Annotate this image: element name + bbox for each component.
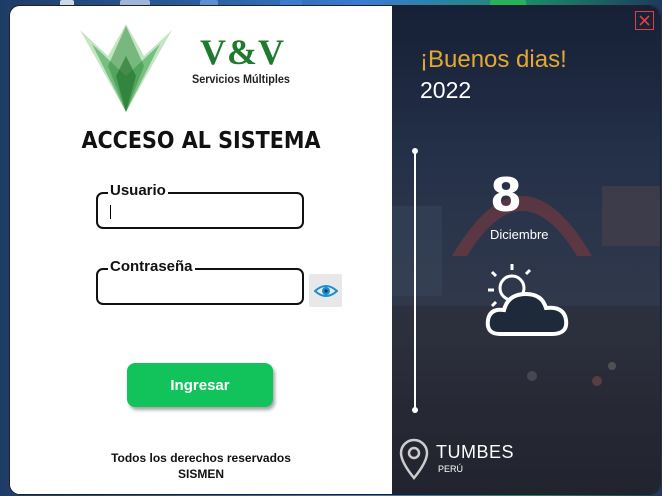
copyright-text: Todos los derechos reservados — [111, 451, 291, 465]
password-label: Contraseña — [108, 258, 195, 275]
day-number: 8 — [489, 168, 522, 222]
greeting-text: ¡Buenos dias! — [420, 46, 567, 73]
info-panel: ¡Buenos dias! 2022 8 Diciembre TUMBES PE… — [392, 6, 660, 494]
month-name: Diciembre — [490, 227, 549, 242]
brand-logo-icon — [80, 24, 172, 112]
city-name: TUMBES — [436, 442, 515, 462]
system-name: SISMEN — [177, 467, 224, 481]
username-label: Usuario — [108, 182, 168, 199]
timeline-divider — [414, 150, 416, 412]
login-panel: V&V Servicios Múltiples ACCESO AL SISTEM… — [10, 6, 392, 494]
timeline-dot — [412, 148, 418, 154]
login-window: V&V Servicios Múltiples ACCESO AL SISTEM… — [10, 6, 660, 494]
country-name: PERÚ — [438, 464, 464, 474]
brand-subtitle: Servicios Múltiples — [192, 72, 290, 86]
copyright-footer: Todos los derechos reservados SISMEN — [10, 450, 392, 482]
page-title: ACCESO AL SISTEMA — [81, 128, 321, 154]
login-button[interactable]: Ingresar — [127, 363, 273, 407]
year-text: 2022 — [420, 77, 472, 103]
text-caret — [110, 205, 111, 219]
location-pin-icon — [399, 438, 429, 480]
show-password-button[interactable] — [309, 274, 342, 307]
brand-name: V&V — [200, 32, 285, 72]
close-button[interactable] — [635, 11, 654, 30]
partly-sunny-icon — [485, 264, 569, 336]
close-icon — [639, 15, 650, 26]
password-input[interactable] — [106, 277, 294, 297]
password-field-group: Contraseña — [96, 258, 304, 305]
eye-icon — [313, 284, 338, 297]
username-field-group: Usuario — [96, 182, 304, 229]
username-input[interactable] — [106, 201, 294, 221]
timeline-dot — [412, 407, 418, 413]
